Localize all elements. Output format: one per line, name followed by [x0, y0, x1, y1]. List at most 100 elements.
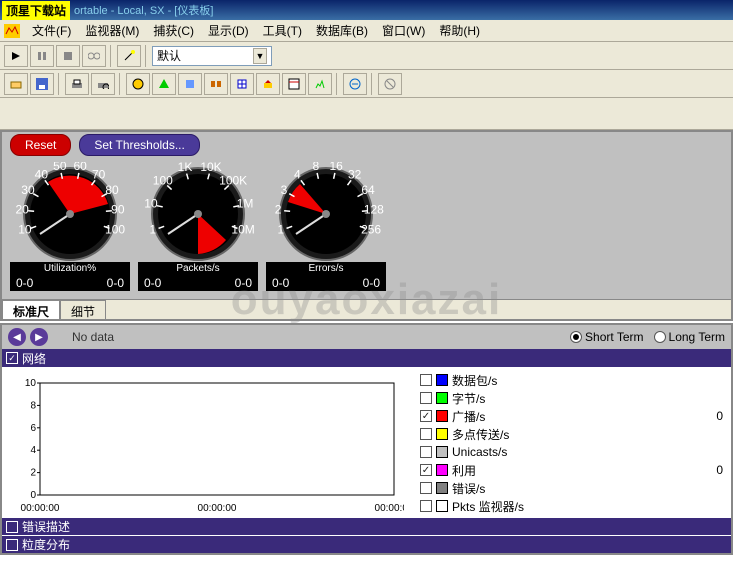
legend-value: 0 — [716, 409, 723, 423]
toolbar-1: 默认 ▼ — [0, 42, 733, 70]
legend-row-1[interactable]: 字节/s — [420, 389, 723, 407]
separator-icon — [371, 73, 374, 95]
tab-standard[interactable]: 标准尺 — [2, 300, 60, 319]
tool-btn-7[interactable] — [282, 73, 306, 95]
checkbox-icon — [420, 374, 432, 386]
menu-help[interactable]: 帮助(H) — [433, 20, 486, 41]
svg-text:10: 10 — [144, 196, 158, 210]
open-button[interactable] — [4, 73, 28, 95]
svg-text:00:00:00: 00:00:00 — [375, 503, 404, 513]
tool-btn-3[interactable] — [178, 73, 202, 95]
legend-label: 字节/s — [452, 390, 485, 407]
menu-window[interactable]: 窗口(W) — [376, 20, 431, 41]
stop-button[interactable] — [56, 45, 80, 67]
section-label: 错误描述 — [22, 518, 70, 535]
svg-text:128: 128 — [364, 202, 384, 216]
tool-btn-9[interactable] — [343, 73, 367, 95]
legend-row-3[interactable]: 多点传送/s — [420, 425, 723, 443]
tool-btn-6[interactable] — [256, 73, 280, 95]
title-text: ortable - Local, SX - [仪表板] — [74, 2, 213, 18]
legend-label: 错误/s — [452, 480, 485, 497]
pause-button[interactable] — [30, 45, 54, 67]
color-swatch — [436, 410, 448, 422]
color-swatch — [436, 374, 448, 386]
legend-row-7[interactable]: Pkts 监视器/s — [420, 497, 723, 515]
svg-text:100K: 100K — [219, 173, 247, 187]
svg-text:8: 8 — [312, 162, 319, 173]
print-preview-button[interactable] — [91, 73, 115, 95]
svg-text:1: 1 — [278, 222, 285, 236]
print-button[interactable] — [65, 73, 89, 95]
chart-body: 024681000:00:0000:00:0000:00:00 数据包/s 字节… — [2, 367, 731, 517]
checkbox-icon — [420, 500, 432, 512]
separator-icon — [110, 45, 113, 67]
binoculars-button[interactable] — [82, 45, 106, 67]
chart-area: 024681000:00:0000:00:0000:00:00 — [2, 367, 412, 517]
tool-btn-5[interactable] — [230, 73, 254, 95]
legend-row-0[interactable]: 数据包/s — [420, 371, 723, 389]
wand-button[interactable] — [117, 45, 141, 67]
checkbox-icon — [420, 392, 432, 404]
menu-capture[interactable]: 捕获(C) — [147, 20, 200, 41]
svg-text:1: 1 — [150, 222, 157, 236]
gauge-val-left: 0-0 — [16, 276, 33, 290]
spacer — [0, 98, 733, 130]
separator-icon — [58, 73, 61, 95]
legend-row-2[interactable]: ✓ 广播/s 0 — [420, 407, 723, 425]
menu-display[interactable]: 显示(D) — [202, 20, 255, 41]
gauge-val-right: 0-0 — [235, 276, 252, 290]
radio-icon — [570, 331, 582, 343]
no-data-label: No data — [72, 330, 114, 344]
menu-database[interactable]: 数据库(B) — [310, 20, 374, 41]
network-section-header[interactable]: ✓ 网络 — [2, 349, 731, 367]
legend-row-4[interactable]: Unicasts/s — [420, 443, 723, 461]
tool-btn-4[interactable] — [204, 73, 228, 95]
svg-text:40: 40 — [35, 167, 49, 181]
short-term-radio[interactable]: Short Term — [570, 330, 643, 344]
legend-label: 利用 — [452, 462, 476, 479]
set-thresholds-button[interactable]: Set Thresholds... — [79, 134, 200, 156]
menu-file[interactable]: 文件(F) — [26, 20, 77, 41]
profile-combo[interactable]: 默认 ▼ — [152, 46, 272, 66]
svg-text:64: 64 — [361, 183, 375, 197]
legend-row-5[interactable]: ✓ 利用 0 — [420, 461, 723, 479]
legend-value: 0 — [716, 463, 723, 477]
tab-detail[interactable]: 细节 — [60, 300, 106, 319]
svg-text:100: 100 — [105, 222, 125, 236]
legend-label: 多点传送/s — [452, 426, 509, 443]
size-section-header[interactable]: 粒度分布 — [2, 535, 731, 553]
gauge-1: 1101001K10K100K1M10M Packets/s 0-00-0 — [138, 162, 258, 291]
gauge-label: Packets/s — [138, 262, 258, 275]
tool-btn-8[interactable] — [308, 73, 332, 95]
dashboard-tabs: 标准尺 细节 — [2, 299, 731, 319]
tool-btn-1[interactable] — [126, 73, 150, 95]
tool-btn-2[interactable] — [152, 73, 176, 95]
reset-button[interactable]: Reset — [10, 134, 71, 156]
svg-text:10K: 10K — [200, 162, 221, 174]
chevron-down-icon: ▼ — [253, 48, 267, 64]
checkbox-icon: ✓ — [420, 464, 432, 476]
next-button[interactable]: ▶ — [30, 328, 48, 346]
svg-text:80: 80 — [105, 183, 119, 197]
save-button[interactable] — [30, 73, 54, 95]
long-term-radio[interactable]: Long Term — [654, 330, 725, 344]
svg-text:2: 2 — [30, 468, 36, 479]
menu-monitor[interactable]: 监视器(M) — [79, 20, 145, 41]
svg-text:1K: 1K — [178, 162, 193, 174]
menu-tools[interactable]: 工具(T) — [257, 20, 308, 41]
dashboard-header: Reset Set Thresholds... — [2, 132, 731, 158]
legend-row-6[interactable]: 错误/s — [420, 479, 723, 497]
gauge-0: 102030405060708090100 Utilization% 0-00-… — [10, 162, 130, 291]
error-section-header[interactable]: 错误描述 — [2, 517, 731, 535]
gauge-2: 12348163264128256 Errors/s 0-00-0 — [266, 162, 386, 291]
svg-text:50: 50 — [53, 162, 67, 173]
combo-value: 默认 — [157, 47, 181, 64]
svg-text:4: 4 — [294, 167, 301, 181]
section-label: 网络 — [22, 350, 46, 367]
tool-btn-10[interactable] — [378, 73, 402, 95]
title-bar: 顶星下载站 ortable - Local, SX - [仪表板] — [0, 0, 733, 20]
prev-button[interactable]: ◀ — [8, 328, 26, 346]
play-button[interactable] — [4, 45, 28, 67]
gauge-val-left: 0-0 — [144, 276, 161, 290]
radio-icon — [654, 331, 666, 343]
